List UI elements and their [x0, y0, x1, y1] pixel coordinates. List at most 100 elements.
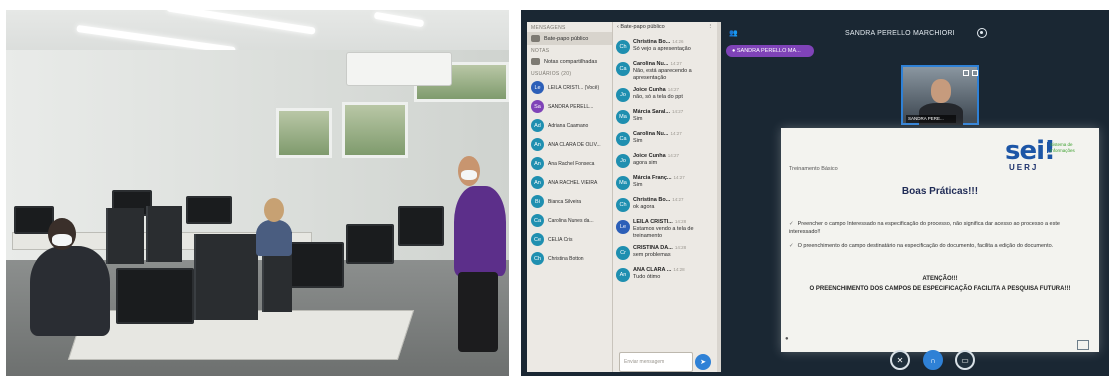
fullscreen-icon[interactable] — [972, 70, 978, 76]
avatar: Ch — [616, 198, 630, 212]
chat-message: Ch Christina Bo... 14:27 ok agora — [613, 194, 717, 216]
classroom-photo — [6, 10, 509, 376]
user-name: CELIA Cris — [548, 236, 573, 243]
user-name: ANA RACHEL VIEIRA — [548, 179, 598, 186]
conference-screen: MENSAGENS Bate-papo público NOTAS Notas … — [521, 10, 1109, 376]
message-body: LEILA CRISTI... 14:28 Estamos vendo a tela… — [633, 218, 714, 240]
slide-bullet: ✓ Preencher o campo Interessado na especi… — [789, 221, 1060, 235]
chat-message: Ch Christina Bo... 14:26 Só vejo a apresent… — [613, 36, 717, 58]
slide-marker: ● — [785, 336, 789, 342]
room-name: SANDRA PERELLO MARCHIORI — [845, 30, 955, 37]
sidebar-item-shared-notes[interactable]: Notas compartilhadas — [527, 55, 612, 68]
message-body: ANA CLARA ... 14:28 Tudo ótimo — [633, 266, 685, 284]
webcam-tile[interactable]: SANDRA PERE... — [901, 65, 979, 125]
message-author: Joice Cunha — [633, 87, 666, 93]
sidebar-item-label: Notas compartilhadas — [544, 58, 598, 65]
message-time: 14:27 — [672, 197, 684, 202]
message-time: 14:28 — [674, 219, 687, 224]
slide-bullet: ✓ O preenchimento do campo destinatário n… — [789, 243, 1054, 249]
sidebar: MENSAGENS Bate-papo público NOTAS Notas … — [527, 22, 613, 372]
chat-message: Ma Márcia Saral... 14:27 Sim — [613, 106, 717, 128]
chat-icon — [531, 35, 540, 42]
expand-icon[interactable] — [963, 70, 969, 76]
message-author: Márcia Franç... — [633, 175, 672, 181]
chat-back-button[interactable]: ‹ Bate-papo público — [617, 24, 665, 32]
headphones-icon[interactable]: ∩ — [923, 350, 943, 370]
person-head — [264, 198, 284, 222]
message-input[interactable]: Enviar mensagem — [619, 352, 693, 372]
monitor — [286, 242, 344, 288]
avatar: Le — [531, 81, 544, 94]
avatar: Ch — [616, 40, 630, 54]
avatar: Ch — [531, 252, 544, 265]
user-list-item[interactable]: Bi Bianca Silveira — [527, 192, 612, 211]
message-time: 14:28 — [673, 267, 685, 272]
user-list-item[interactable]: An ANA CLARA DE OLIV... — [527, 135, 612, 154]
message-author: Joice Cunha — [633, 153, 666, 159]
users-icon[interactable]: 👥 — [729, 29, 741, 37]
slide-title: Boas Práticas!!! — [901, 186, 979, 197]
messages-header: MENSAGENS — [531, 25, 566, 31]
window — [342, 102, 408, 158]
chat-message: An ANA CLARA ... 14:28 Tudo ótimo — [613, 264, 717, 286]
user-name: Ana Rachel Fonseca — [548, 160, 595, 167]
instructor — [454, 186, 506, 276]
message-text: sem problemas — [633, 252, 671, 258]
chat-message: Le LEILA CRISTI... 14:28 Estamos vendo a te… — [613, 216, 717, 242]
user-name: Christina Botton — [548, 255, 584, 262]
avatar: Bi — [531, 195, 544, 208]
user-list-item[interactable]: Sa SANDRA PERELL... — [527, 97, 612, 116]
user-list-item[interactable]: Ch Christina Botton — [527, 249, 612, 268]
chat-header: ‹ Bate-papo público ⋮ — [613, 22, 717, 34]
message-body: Joice Cunha 14:27 não, só a tela do ppt — [633, 86, 683, 104]
user-list-item[interactable]: Ce CELIA Cris — [527, 230, 612, 249]
person-seated — [30, 246, 110, 336]
check-icon: ✓ — [789, 221, 794, 227]
muted-microphone-icon[interactable]: ✕ — [890, 350, 910, 370]
layout-icon[interactable] — [1077, 340, 1089, 350]
message-author: Carolina Nu... — [633, 61, 669, 67]
sidebar-item-label: Bate-papo público — [544, 35, 589, 42]
sidebar-item-public-chat[interactable]: Bate-papo público — [527, 32, 612, 45]
message-time: 14:27 — [673, 175, 685, 180]
avatar: An — [531, 157, 544, 170]
user-list-item[interactable]: Le LEILA CRISTI... (Você) — [527, 78, 612, 97]
user-list-item[interactable]: Ca Carolina Nunes da... — [527, 211, 612, 230]
send-button[interactable]: ➤ — [695, 354, 711, 370]
face-mask — [461, 170, 477, 180]
message-time: 14:27 — [670, 61, 682, 66]
face-mask — [52, 234, 72, 246]
message-body: Christina Bo... 14:26 Só vejo a apresentaç… — [633, 38, 691, 56]
video-off-icon[interactable]: ▭ — [955, 350, 975, 370]
sei-uerj-logo: sei! UERJ Sistema de Informações — [1005, 136, 1091, 176]
more-vertical-icon[interactable]: ⋮ — [708, 24, 714, 32]
avatar: Ca — [616, 62, 630, 76]
chat-panel: ‹ Bate-papo público ⋮ Ch Christina Bo... 1… — [613, 22, 717, 372]
chat-message: Ca Carolina Nu... 14:27 Não, está aparecend… — [613, 58, 717, 84]
user-name: Bianca Silveira — [548, 198, 582, 205]
message-time: 14:28 — [674, 245, 687, 250]
monitor — [116, 268, 194, 324]
message-text: agora sim — [633, 160, 658, 166]
user-list-item[interactable]: Ad Adriana Caamano — [527, 116, 612, 135]
notes-icon — [531, 58, 540, 65]
notes-header: NOTAS — [531, 48, 550, 54]
record-icon[interactable] — [977, 28, 987, 38]
user-list-item[interactable]: An ANA RACHEL VIEIRA — [527, 173, 612, 192]
chat-message: Jo Joice Cunha 14:27 não, só a tela do ppt — [613, 84, 717, 106]
avatar: An — [531, 176, 544, 189]
webcam-person-head — [931, 79, 951, 103]
presenter-pill[interactable]: ● SANDRA PERELLO MA... — [726, 45, 814, 57]
slide-tag: Treinamento Básico — [789, 166, 838, 172]
message-body: Christina Bo... 14:27 ok agora — [633, 196, 684, 214]
chat-message: Ca Carolina Nu... 14:27 Sim — [613, 128, 717, 150]
chat-scrollbar[interactable] — [717, 22, 721, 372]
user-name: Adriana Caamano — [548, 122, 589, 129]
person-seated — [256, 220, 292, 256]
user-list: Le LEILA CRISTI... (Você) Sa SANDRA PERELL.… — [527, 78, 612, 268]
air-conditioner — [346, 52, 452, 86]
message-text: Tudo ótimo — [633, 274, 661, 280]
message-text: ok agora — [633, 204, 655, 210]
user-list-item[interactable]: An Ana Rachel Fonseca — [527, 154, 612, 173]
user-name: SANDRA PERELL... — [548, 103, 594, 110]
